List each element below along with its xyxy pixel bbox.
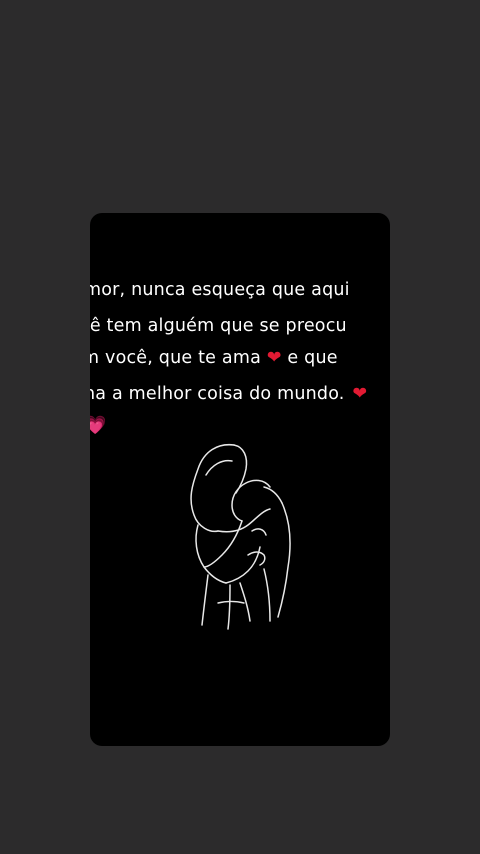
caption-line-3-tail: e que	[287, 348, 338, 368]
caption-line-4-text: na a melhor coisa do mundo.	[90, 384, 345, 404]
pink-heart-icon: 💗	[90, 415, 107, 436]
caption-line-3-text: m você, que te ama	[90, 348, 262, 368]
caption-line-1: mor, nunca esqueça que aqui	[90, 280, 350, 300]
caption-line-2: cê tem alguém que se preocu	[90, 316, 347, 336]
couple-hug-line-art-icon	[190, 443, 291, 630]
story-viewer: mor, nunca esqueça que aqui cê tem algué…	[0, 0, 480, 854]
edge-heart-icon: ❤	[352, 384, 368, 404]
red-heart-icon: ❤	[266, 348, 282, 368]
story-caption: mor, nunca esqueça que aqui cê tem algué…	[90, 213, 390, 443]
caption-line-4: na a melhor coisa do mundo. ❤	[90, 382, 367, 406]
caption-line-3: m você, que te ama ❤ e que	[90, 346, 338, 370]
story-card[interactable]: mor, nunca esqueça que aqui cê tem algué…	[90, 213, 390, 746]
